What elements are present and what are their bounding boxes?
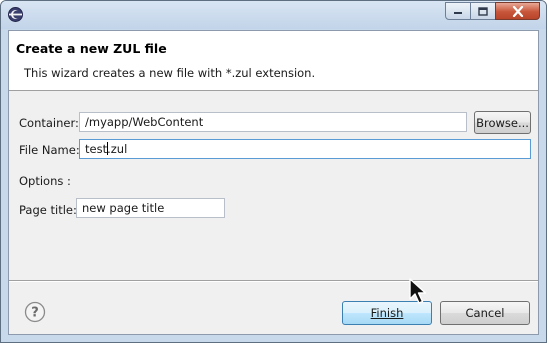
container-label: Container: [19,116,79,130]
window-controls [445,2,540,20]
filename-label: File Name: [19,143,80,157]
finish-label: Finish [370,306,404,320]
cancel-button[interactable]: Cancel [440,301,530,325]
filename-input[interactable]: test.zul [79,139,531,159]
maximize-icon [478,6,488,16]
minimize-button[interactable] [445,2,471,20]
svg-text:?: ? [31,306,39,321]
close-icon [512,5,523,17]
help-icon[interactable]: ? [24,301,46,323]
filename-text-before-caret: test [85,142,108,156]
close-button[interactable] [495,2,540,20]
wizard-title: Create a new ZUL file [16,41,167,56]
browse-button[interactable]: Browse... [474,111,531,134]
page-title-label: Page title: [19,203,77,217]
minimize-icon [454,12,462,14]
dialog-body: Create a new ZUL file This wizard create… [8,30,539,335]
container-input[interactable]: /myapp/WebContent [79,112,467,132]
wizard-window: Create a new ZUL file This wizard create… [0,0,547,343]
filename-text-after-caret: .zul [107,142,128,156]
page-title-input[interactable]: new page title [76,198,225,218]
eclipse-icon [8,7,23,22]
footer-separator [9,280,538,282]
options-label: Options : [19,174,71,188]
wizard-banner: Create a new ZUL file This wizard create… [9,31,538,91]
wizard-description: This wizard creates a new file with *.zu… [24,66,316,80]
title-bar[interactable] [1,1,546,29]
maximize-button[interactable] [470,2,496,20]
mouse-pointer-icon [409,278,427,304]
